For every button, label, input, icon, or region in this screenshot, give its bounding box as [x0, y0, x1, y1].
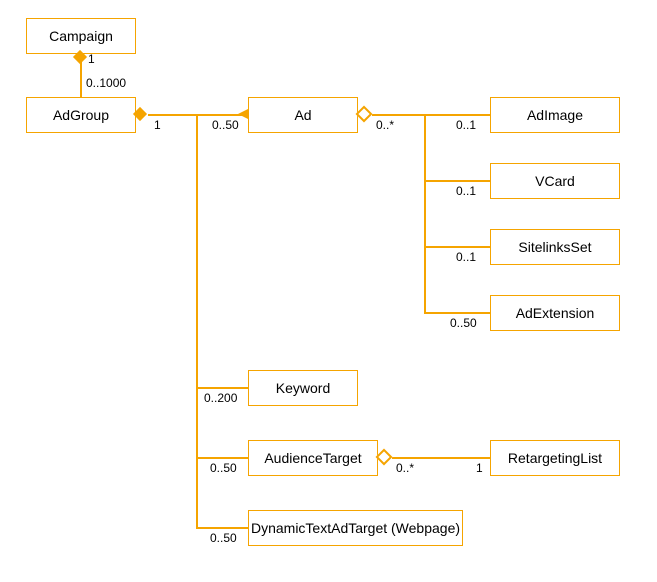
- entity-keyword: Keyword: [248, 370, 358, 406]
- multiplicity-label: 0..50: [210, 531, 237, 545]
- edge-audiencetarget-retargetinglist: [392, 457, 490, 459]
- aggregation-diamond-icon: [376, 449, 393, 466]
- entity-vcard: VCard: [490, 163, 620, 199]
- multiplicity-label: 0..50: [210, 461, 237, 475]
- entity-label: AdGroup: [53, 107, 109, 123]
- multiplicity-label: 0..1: [456, 250, 476, 264]
- entity-label: AudienceTarget: [264, 450, 361, 466]
- edge-ad-adextension: [424, 312, 490, 314]
- edge-ad-vcard: [424, 180, 490, 182]
- multiplicity-label: 1: [88, 52, 95, 66]
- entity-adextension: AdExtension: [490, 295, 620, 331]
- entity-label: DynamicTextAdTarget (Webpage): [251, 520, 460, 536]
- entity-ad: Ad: [248, 97, 358, 133]
- multiplicity-label: 0..*: [396, 461, 414, 475]
- entity-label: Ad: [294, 107, 311, 123]
- multiplicity-label: 0..1000: [86, 76, 126, 90]
- arrow-icon: [238, 109, 248, 119]
- multiplicity-label: 0..50: [212, 118, 239, 132]
- edge-adgroup-audiencetarget: [196, 457, 248, 459]
- entity-audiencetarget: AudienceTarget: [248, 440, 378, 476]
- edge-ad-adimage: [372, 114, 490, 116]
- edge-adgroup-dynamictextadtarget: [196, 527, 248, 529]
- multiplicity-label: 1: [154, 118, 161, 132]
- uml-class-diagram: Campaign AdGroup Ad AdImage VCard Siteli…: [0, 0, 657, 582]
- multiplicity-label: 0..1: [456, 118, 476, 132]
- edge-adgroup-keyword: [196, 387, 248, 389]
- entity-retargetinglist: RetargetingList: [490, 440, 620, 476]
- multiplicity-label: 1: [476, 461, 483, 475]
- entity-label: SitelinksSet: [518, 239, 591, 255]
- entity-label: Keyword: [276, 380, 330, 396]
- edge-ad-bus: [424, 114, 426, 313]
- entity-adimage: AdImage: [490, 97, 620, 133]
- edge-adgroup-bus: [196, 116, 198, 528]
- entity-label: RetargetingList: [508, 450, 602, 466]
- edge-adgroup-ad: [148, 114, 248, 116]
- entity-label: AdImage: [527, 107, 583, 123]
- entity-adgroup: AdGroup: [26, 97, 136, 133]
- entity-sitelinksset: SitelinksSet: [490, 229, 620, 265]
- entity-label: Campaign: [49, 28, 113, 44]
- aggregation-diamond-icon: [356, 106, 373, 123]
- multiplicity-label: 0..200: [204, 391, 237, 405]
- multiplicity-label: 0..*: [376, 118, 394, 132]
- entity-campaign: Campaign: [26, 18, 136, 54]
- edge-ad-sitelinksset: [424, 246, 490, 248]
- multiplicity-label: 0..1: [456, 184, 476, 198]
- entity-label: VCard: [535, 173, 575, 189]
- multiplicity-label: 0..50: [450, 316, 477, 330]
- entity-label: AdExtension: [516, 305, 595, 321]
- entity-dynamictextadtarget: DynamicTextAdTarget (Webpage): [248, 510, 463, 546]
